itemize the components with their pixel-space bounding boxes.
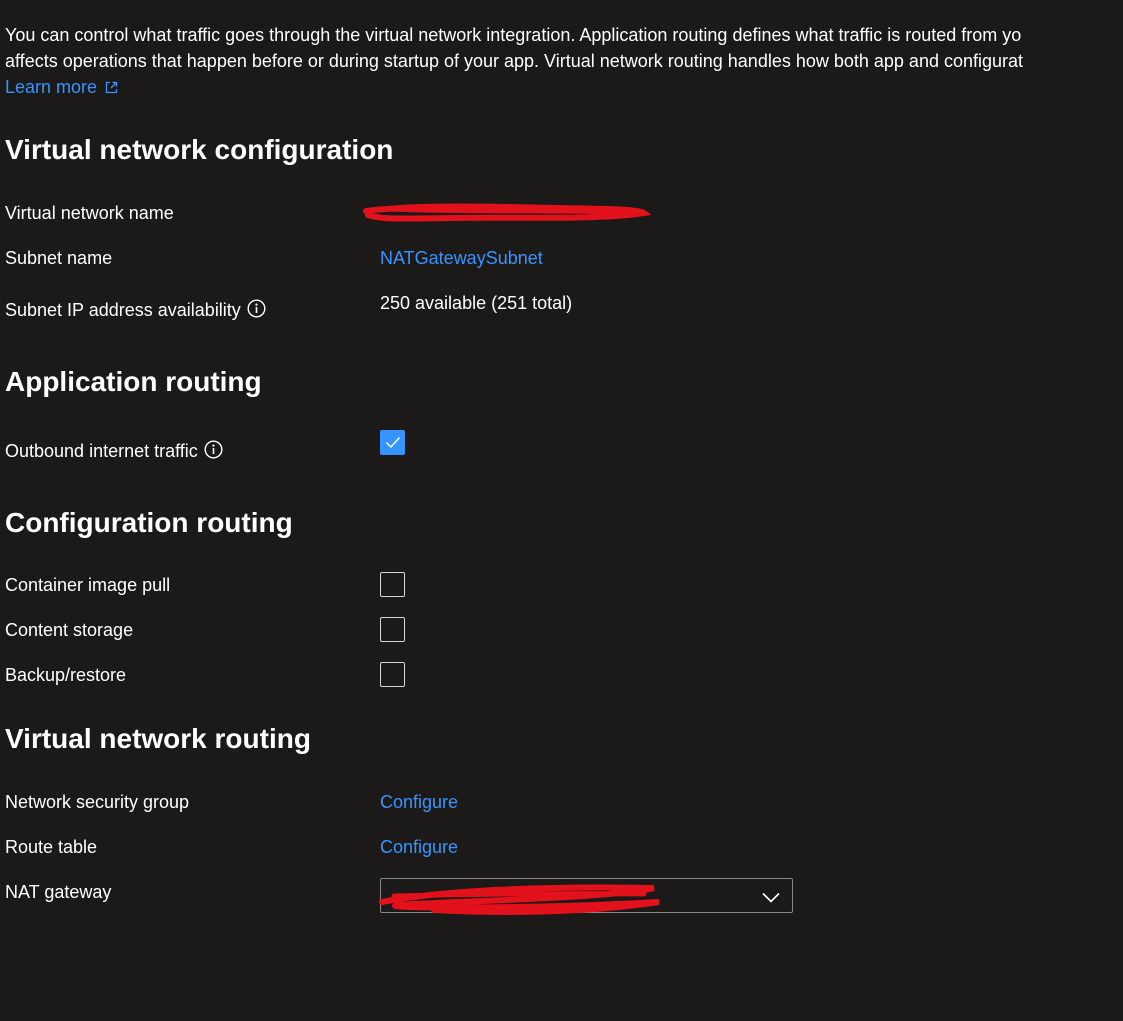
route-table-configure-link[interactable]: Configure [380,835,458,859]
vnet-name-link[interactable] [380,201,650,225]
nat-gateway-label: NAT gateway [5,882,112,902]
chevron-down-icon [762,890,780,908]
nsg-configure-link[interactable]: Configure [380,790,458,814]
learn-more-label: Learn more [5,77,98,97]
outbound-internet-traffic-label: Outbound internet traffic [5,439,223,465]
intro-description: You can control what traffic goes throug… [5,22,1123,101]
container-image-pull-checkbox[interactable] [380,572,405,597]
vnet-configuration-heading: Virtual network configuration [5,134,394,165]
outbound-internet-traffic-text: Outbound internet traffic [5,441,198,461]
subnet-name-link[interactable]: NATGatewaySubnet [380,246,543,270]
subnet-ip-availability-label: Subnet IP address availability [5,298,266,324]
vnet-routing-heading: Virtual network routing [5,723,311,754]
subnet-ip-availability-value: 250 available (251 total) [380,293,573,313]
vnet-name-label: Virtual network name [5,203,174,223]
info-icon[interactable] [204,440,223,465]
backup-restore-checkbox[interactable] [380,662,405,687]
info-icon[interactable] [247,299,266,324]
checkmark-icon [386,437,401,449]
subnet-ip-availability-text: Subnet IP address availability [5,300,241,320]
intro-line-2: affects operations that happen before or… [5,51,1024,71]
configuration-routing-heading: Configuration routing [5,507,293,538]
backup-restore-label: Backup/restore [5,665,127,685]
subnet-name-label: Subnet name [5,248,113,268]
content-storage-label: Content storage [5,620,134,640]
container-image-pull-label: Container image pull [5,575,171,595]
vnet-integration-page: You can control what traffic goes throug… [0,0,1123,1021]
external-link-icon [105,75,118,101]
nat-gateway-dropdown[interactable] [380,878,793,913]
nsg-label: Network security group [5,792,190,812]
learn-more-link[interactable]: Learn more [5,77,118,97]
intro-line-1: You can control what traffic goes throug… [5,25,1022,45]
route-table-label: Route table [5,837,98,857]
content-storage-checkbox[interactable] [380,617,405,642]
outbound-internet-traffic-checkbox[interactable] [380,430,405,455]
application-routing-heading: Application routing [5,366,262,397]
